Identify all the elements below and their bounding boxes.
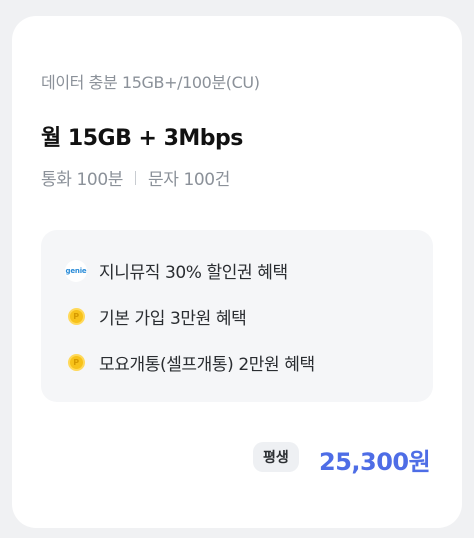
benefit-item-signup: P 기본 가입 3만원 혜택 xyxy=(65,304,247,329)
coin-icon: P xyxy=(65,306,87,328)
price: 25,300원 xyxy=(319,448,431,476)
lifetime-badge: 평생 xyxy=(253,442,299,472)
benefits-box: genie 지니뮤직 30% 할인권 혜택 P 기본 가입 3만원 혜택 P 모… xyxy=(41,230,433,402)
coin-icon: P xyxy=(65,352,87,374)
genie-icon: genie xyxy=(65,259,87,282)
plan-subtitle: 데이터 충분 15GB+/100분(CU) xyxy=(41,73,260,92)
call-minutes: 통화 100분 xyxy=(41,170,123,190)
sms-count: 문자 100건 xyxy=(147,170,230,190)
plan-specs: 통화 100분 문자 100건 xyxy=(41,165,230,190)
spec-divider xyxy=(134,170,136,185)
plan-title: 월 15GB + 3Mbps xyxy=(41,126,243,151)
plan-card[interactable]: 데이터 충분 15GB+/100분(CU) 월 15GB + 3Mbps 통화 … xyxy=(12,16,462,528)
benefit-label: 기본 가입 3만원 혜택 xyxy=(99,309,247,329)
benefit-label: 모요개통(셀프개통) 2만원 혜택 xyxy=(99,355,315,375)
benefit-label: 지니뮤직 30% 할인권 혜택 xyxy=(99,263,288,283)
benefit-item-genie: genie 지니뮤직 30% 할인권 혜택 xyxy=(65,258,288,283)
benefit-item-self-activation: P 모요개통(셀프개통) 2만원 혜택 xyxy=(65,350,315,375)
